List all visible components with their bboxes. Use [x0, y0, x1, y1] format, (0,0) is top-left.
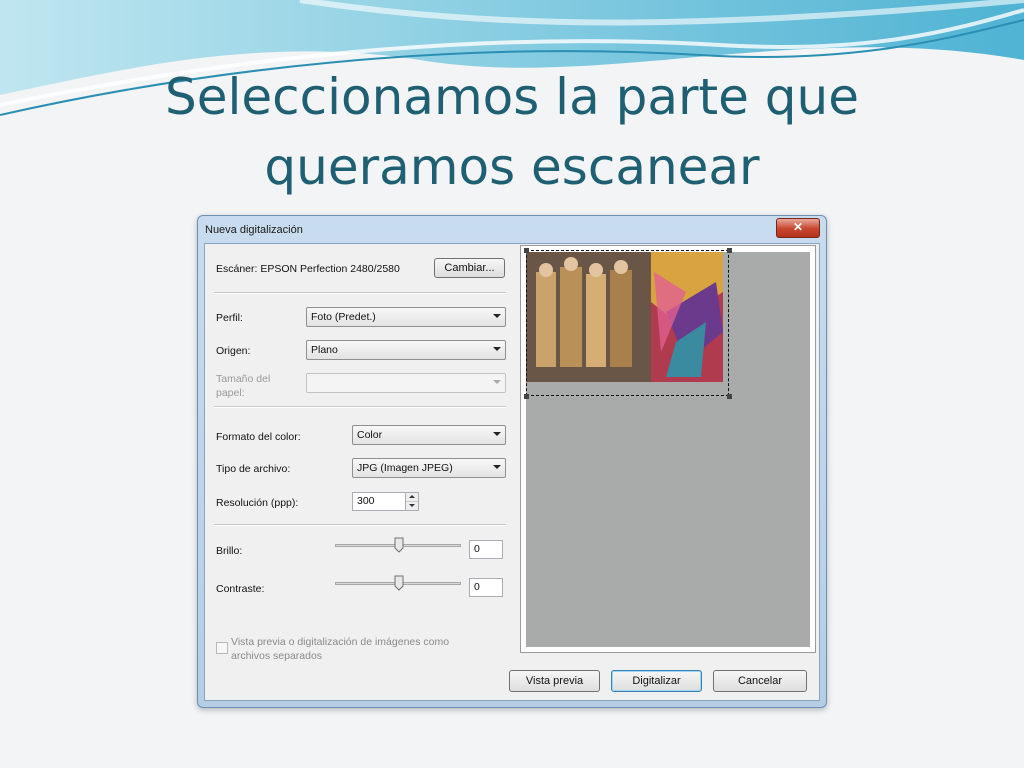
- slide-title-line-2: queramos escanear: [264, 138, 760, 196]
- resolution-label: Resolución (ppp):: [216, 497, 299, 509]
- resolution-spinner[interactable]: [405, 492, 419, 511]
- dialog-title: Nueva digitalización: [205, 224, 303, 236]
- spin-up-icon[interactable]: [406, 493, 418, 502]
- source-select[interactable]: Plano: [306, 340, 506, 360]
- contrast-slider-thumb[interactable]: [394, 575, 404, 591]
- contrast-label: Contraste:: [216, 583, 265, 595]
- close-button[interactable]: ✕: [776, 218, 820, 238]
- chevron-down-icon: [493, 432, 501, 436]
- paper-size-label: Tamaño del papel:: [216, 373, 271, 399]
- profile-label: Perfil:: [216, 312, 243, 324]
- source-value: Plano: [311, 344, 338, 356]
- color-format-label: Formato del color:: [216, 431, 301, 443]
- new-scan-dialog: Nueva digitalización ✕ Escáner: EPSON Pe…: [197, 215, 827, 708]
- cancel-button[interactable]: Cancelar: [713, 670, 807, 692]
- scanner-label: Escáner: EPSON Perfection 2480/2580: [216, 263, 400, 275]
- preview-button[interactable]: Vista previa: [509, 670, 600, 692]
- chevron-down-icon: [493, 314, 501, 318]
- selection-handle[interactable]: [727, 394, 732, 399]
- close-icon: ✕: [792, 220, 804, 234]
- chevron-down-icon: [493, 465, 501, 469]
- chevron-down-icon: [493, 380, 501, 384]
- color-format-value: Color: [357, 429, 383, 441]
- color-format-select[interactable]: Color: [352, 425, 506, 445]
- slide-title: Seleccionamos la parte que queramos esca…: [60, 62, 964, 202]
- change-scanner-button[interactable]: Cambiar...: [434, 258, 505, 278]
- file-type-label: Tipo de archivo:: [216, 463, 291, 475]
- selection-handle[interactable]: [727, 248, 732, 253]
- separate-files-checkbox[interactable]: [216, 642, 228, 654]
- brightness-slider-thumb[interactable]: [394, 537, 404, 553]
- selection-handle[interactable]: [524, 394, 529, 399]
- divider: [214, 524, 506, 526]
- spin-down-icon[interactable]: [406, 502, 418, 510]
- brightness-input[interactable]: 0: [469, 540, 503, 559]
- chevron-down-icon: [493, 347, 501, 351]
- profile-select[interactable]: Foto (Predet.): [306, 307, 506, 327]
- selection-handle[interactable]: [524, 248, 529, 253]
- source-label: Origen:: [216, 345, 251, 357]
- contrast-input[interactable]: 0: [469, 578, 503, 597]
- preview-pane[interactable]: [520, 245, 816, 653]
- profile-value: Foto (Predet.): [311, 311, 376, 323]
- dialog-titlebar[interactable]: Nueva digitalización ✕: [198, 216, 826, 242]
- separate-files-label: Vista previa o digitalización de imágene…: [231, 636, 450, 662]
- paper-size-select: [306, 373, 506, 393]
- brightness-label: Brillo:: [216, 545, 243, 557]
- divider: [214, 292, 506, 294]
- selection-rectangle[interactable]: [526, 250, 729, 396]
- divider: [214, 406, 506, 408]
- slide-title-line-1: Seleccionamos la parte que: [165, 68, 859, 126]
- scan-button[interactable]: Digitalizar: [611, 670, 702, 692]
- resolution-input[interactable]: 300: [352, 492, 406, 511]
- file-type-value: JPG (Imagen JPEG): [357, 462, 453, 474]
- dialog-client-area: Escáner: EPSON Perfection 2480/2580 Camb…: [204, 243, 820, 701]
- file-type-select[interactable]: JPG (Imagen JPEG): [352, 458, 506, 478]
